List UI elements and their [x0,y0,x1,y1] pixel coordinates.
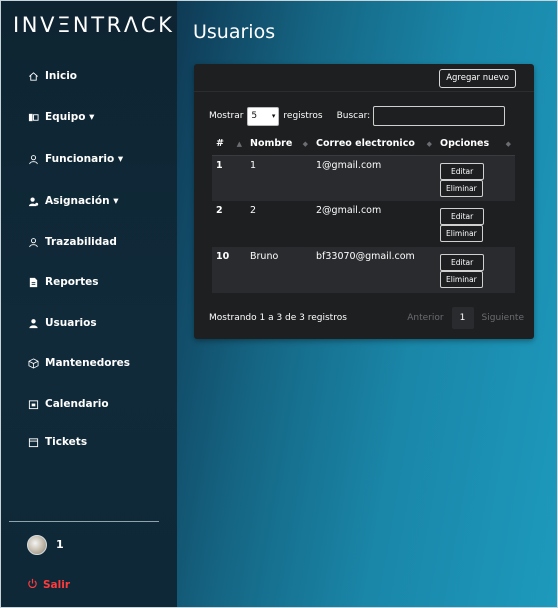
user-name: 1 [56,538,64,551]
sidebar-item-mantenedores[interactable]: Mantenedores [27,353,130,373]
sidebar-divider [9,521,159,522]
sidebar-item-label: Equipo ▾ [45,111,95,123]
cell-email: bf33070@gmail.com [312,247,436,293]
edit-button[interactable]: Editar [440,162,485,180]
sidebar-item-reportes[interactable]: Reportes [27,272,99,292]
column-header-email[interactable]: Correo electronico ◆ [312,133,436,156]
avatar[interactable] [27,535,47,555]
cell-options: Editar Eliminar [436,155,515,201]
table-info: Mostrando 1 a 3 de 3 registros [209,313,347,323]
app-frame: INVΞNTRΛCK Inicio Equipo ▾ Funcionario ▾… [0,0,558,608]
table-footer: Mostrando 1 a 3 de 3 registros Anterior … [209,307,524,329]
prev-page-button[interactable]: Anterior [407,313,443,323]
sidebar-item-label: Funcionario ▾ [45,153,124,165]
brand-logo: INVΞNTRΛCK [13,13,175,37]
sidebar-item-tickets[interactable]: Tickets [27,432,87,452]
sidebar: INVΞNTRΛCK Inicio Equipo ▾ Funcionario ▾… [1,1,177,607]
main-content: Usuarios Agregar nuevo Mostrar 5 ▾ regis… [177,1,557,607]
next-page-button[interactable]: Siguiente [482,313,524,323]
page-title: Usuarios [193,21,276,43]
sidebar-item-inicio[interactable]: Inicio [27,66,77,86]
box-icon [27,357,39,369]
sidebar-item-label: Inicio [45,70,78,82]
cell-id: 10 [212,247,246,293]
sidebar-item-asignacion[interactable]: Asignación ▾ [27,191,119,211]
cell-email: 2@gmail.com [312,201,436,247]
cell-name: Bruno [246,247,312,293]
cell-id: 1 [212,155,246,201]
table-controls: Mostrar 5 ▾ registros Buscar: [209,106,519,126]
users-card: Agregar nuevo Mostrar 5 ▾ registros Busc… [194,64,534,339]
column-header-options[interactable]: Opciones ◆ [436,133,515,156]
sort-icon: ◆ [505,140,511,149]
cell-name: 2 [246,201,312,247]
edit-button[interactable]: Editar [440,254,485,271]
delete-button[interactable]: Eliminar [440,271,483,288]
cell-options: Editar Eliminar [436,247,515,293]
sidebar-item-label: Usuarios [45,317,97,329]
sort-icon: ◆ [302,140,308,149]
edit-button[interactable]: Editar [440,208,485,225]
assign-icon [27,195,39,207]
search-label: Buscar: [336,111,371,121]
sort-icon: ▲ [236,140,242,149]
logout-button[interactable]: Salir [27,578,70,592]
trace-icon [27,236,39,248]
ticket-icon [27,436,39,448]
employee-icon [27,153,39,165]
users-icon [27,317,39,329]
sidebar-item-label: Asignación ▾ [45,195,119,207]
table-row: 10 Bruno bf33070@gmail.com Editar Elimin… [212,247,515,293]
page-number-button[interactable]: 1 [451,307,474,329]
sidebar-item-label: Tickets [45,436,88,448]
sidebar-item-equipo[interactable]: Equipo ▾ [27,107,94,127]
report-icon [27,276,39,288]
sidebar-item-label: Calendario [45,398,109,410]
search-input[interactable] [373,106,506,126]
calendar-icon [27,398,39,410]
sidebar-item-label: Reportes [45,276,99,288]
add-new-button[interactable]: Agregar nuevo [439,69,516,88]
sidebar-item-trazabilidad[interactable]: Trazabilidad [27,232,117,252]
cell-name: 1 [246,155,312,201]
chevron-down-icon: ▾ [271,112,276,120]
show-label: Mostrar [209,111,244,121]
sidebar-item-calendario[interactable]: Calendario [27,394,109,414]
card-header: Agregar nuevo [194,64,534,92]
records-label: registros [283,111,323,121]
equipment-icon [27,111,39,123]
pagination: Anterior 1 Siguiente [407,307,524,329]
table-row: 1 1 1@gmail.com Editar Eliminar [212,155,515,201]
column-header-id[interactable]: # ▲ [212,133,246,156]
delete-button[interactable]: Eliminar [440,225,483,242]
sidebar-item-funcionario[interactable]: Funcionario ▾ [27,149,123,169]
page-size-value: 5 [251,111,258,121]
cell-id: 2 [212,201,246,247]
power-icon [27,578,38,592]
table-row: 2 2 2@gmail.com Editar Eliminar [212,201,515,247]
users-table: # ▲ Nombre ◆ Correo electronico ◆ Opciones ◆… [212,133,515,293]
home-icon [27,70,39,82]
sort-icon: ◆ [426,140,432,149]
delete-button[interactable]: Eliminar [440,179,483,197]
sidebar-item-label: Mantenedores [45,357,131,369]
column-header-name[interactable]: Nombre ◆ [246,133,312,156]
cell-options: Editar Eliminar [436,201,515,247]
page-size-select[interactable]: 5 ▾ [247,106,280,126]
logout-label: Salir [43,579,71,591]
sidebar-item-label: Trazabilidad [45,236,117,248]
cell-email: 1@gmail.com [312,155,436,201]
sidebar-item-usuarios[interactable]: Usuarios [27,313,97,333]
